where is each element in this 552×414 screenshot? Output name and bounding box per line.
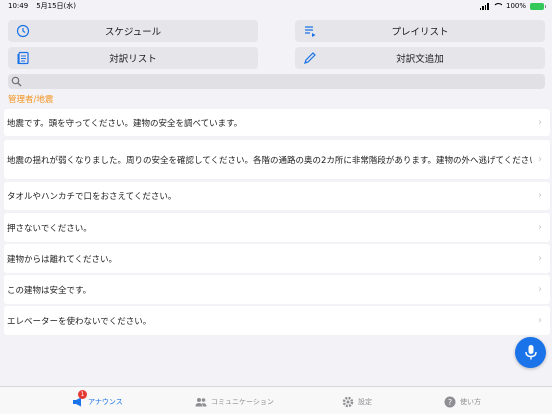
list-item-text: 押さないでください。 [7, 223, 92, 234]
tab-communication-label: コミュニケーション [211, 398, 274, 406]
microphone-button[interactable] [515, 337, 546, 368]
chevron-right-icon: › [538, 252, 542, 264]
tab-settings-label: 設定 [358, 398, 372, 406]
status-bar: 10:49 5月15日(水) 100% [0, 0, 552, 12]
list-item-text: 建物からは離れてください。 [7, 254, 117, 265]
pencil-icon [304, 52, 316, 64]
battery-icon [530, 2, 546, 10]
chevron-right-icon: › [538, 314, 542, 326]
list-item[interactable]: エレベーターを使わないでください。 › [4, 306, 550, 335]
clock-icon [16, 24, 30, 38]
tab-communication[interactable]: コミュニケーション [195, 395, 274, 409]
status-date: 5月15日(水) [36, 2, 77, 10]
gear-icon [342, 396, 354, 408]
people-icon [195, 396, 207, 408]
add-phrase-label: 対訳文追加 [396, 54, 444, 65]
list-item[interactable]: 建物からは離れてください。 › [4, 244, 550, 273]
list-item[interactable]: 地震の揺れが弱くなりました。周りの安全を確認してください。各階の通路の奥の2カ所… [4, 140, 550, 179]
add-phrase-button[interactable]: 対訳文追加 [295, 47, 545, 69]
list-item[interactable]: タオルやハンカチで口をおさえてください。 › [4, 182, 550, 210]
chevron-right-icon: › [538, 283, 542, 295]
tab-settings[interactable]: 設定 [342, 395, 372, 409]
signal-icon [479, 2, 489, 10]
schedule-button[interactable]: スケジュール [8, 20, 258, 42]
playlist-label: プレイリスト [391, 27, 449, 38]
tab-announce-label: アナウンス [88, 398, 123, 406]
chevron-right-icon: › [538, 190, 542, 201]
notification-badge: 1 [78, 390, 87, 399]
book-icon [17, 51, 29, 65]
playlist-button[interactable]: プレイリスト [295, 20, 545, 42]
phrase-list-label: 対訳リスト [109, 54, 157, 65]
tab-bar: 1 アナウンス コミュニケーション 設定 ? 使い方 [0, 386, 552, 414]
tab-help-label: 使い方 [460, 398, 481, 406]
list-item-text: エレベーターを使わないでください。 [7, 316, 152, 327]
svg-text:?: ? [448, 398, 452, 407]
search-icon [11, 76, 22, 87]
list-item-text: この建物は安全です。 [7, 285, 92, 296]
list-item-text: タオルやハンカチで口をおさえてください。 [7, 192, 177, 202]
search-bar[interactable] [8, 74, 545, 89]
megaphone-icon: 1 [72, 390, 87, 408]
status-time: 10:49 [8, 2, 29, 10]
tab-help[interactable]: ? 使い方 [444, 395, 481, 409]
list-item-text: 地震です。頭を守ってください。建物の安全を調べています。 [7, 118, 243, 129]
list-item[interactable]: 地震です。頭を守ってください。建物の安全を調べています。 › [4, 109, 550, 136]
battery-percent: 100% [505, 2, 526, 10]
wifi-icon [492, 2, 502, 10]
schedule-label: スケジュール [104, 27, 162, 38]
chevron-right-icon: › [538, 221, 542, 233]
microphone-icon [524, 345, 537, 360]
chevron-right-icon: › [538, 153, 542, 165]
status-indicators: 100% [479, 2, 546, 10]
help-icon: ? [444, 396, 456, 408]
list-item[interactable]: この建物は安全です。 › [4, 275, 550, 304]
search-input[interactable] [24, 74, 539, 89]
phrase-list-button[interactable]: 対訳リスト [8, 47, 258, 69]
tab-announce[interactable]: 1 アナウンス [72, 390, 123, 409]
playlist-icon [305, 26, 316, 37]
chevron-right-icon: › [538, 116, 542, 128]
section-title: 管理者/地震 [8, 95, 54, 105]
list-item-text: 地震の揺れが弱くなりました。周りの安全を確認してください。各階の通路の奥の2カ所… [7, 155, 532, 166]
list-item[interactable]: 押さないでください。 › [4, 213, 550, 242]
